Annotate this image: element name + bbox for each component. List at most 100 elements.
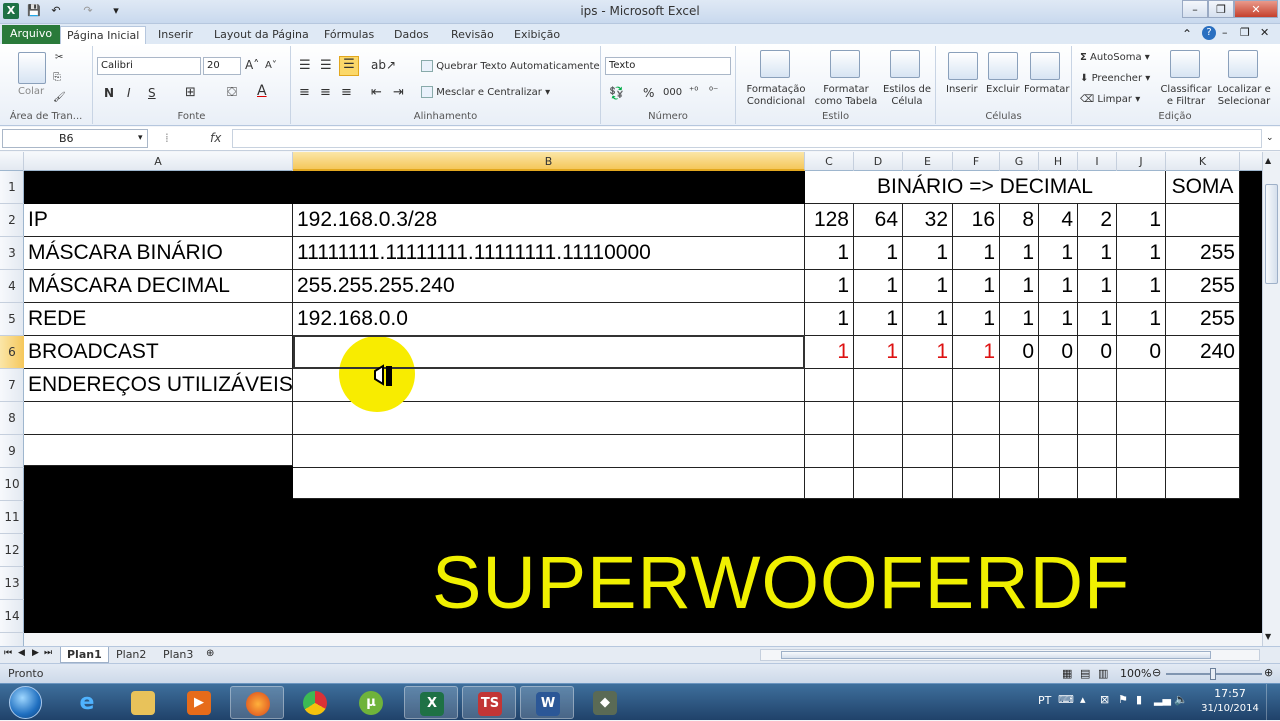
network-icon[interactable]: ⊠ xyxy=(1100,693,1109,706)
empty-cell[interactable] xyxy=(953,435,1000,468)
minimize-button[interactable]: – xyxy=(1182,0,1208,18)
empty-cell[interactable] xyxy=(1166,369,1240,402)
workbook-minimize-icon[interactable]: – xyxy=(1222,26,1228,39)
row-header[interactable]: 13 xyxy=(0,567,24,600)
cut-icon[interactable]: ✂ xyxy=(55,52,63,63)
bit-cell[interactable]: 1 xyxy=(854,303,903,336)
select-all-corner[interactable] xyxy=(0,152,24,171)
zoom-out-icon[interactable]: ⊖ xyxy=(1152,666,1161,679)
decrease-decimal-icon[interactable]: ⁰⁻ xyxy=(709,86,718,97)
sheet-tab-plan1[interactable]: Plan1 xyxy=(60,647,109,663)
row-header[interactable]: 10 xyxy=(0,468,24,501)
bit-cell[interactable]: 0 xyxy=(1117,336,1166,369)
empty-cell[interactable] xyxy=(1000,369,1039,402)
row-header[interactable]: 8 xyxy=(0,402,24,435)
row-header[interactable]: 4 xyxy=(0,270,24,303)
align-right-icon[interactable]: ≡ xyxy=(341,85,352,100)
empty-cell[interactable] xyxy=(1117,402,1166,435)
bit-cell[interactable]: 1 xyxy=(854,270,903,303)
column-header-h[interactable]: H xyxy=(1039,152,1078,171)
bit-cell[interactable]: 1 xyxy=(903,303,953,336)
find-select-button[interactable]: Localizar e Selecionar xyxy=(1214,84,1274,108)
copy-icon[interactable]: ⎘ xyxy=(53,72,61,83)
sum-cell[interactable]: 255 xyxy=(1166,237,1240,270)
bit-cell[interactable]: 1 xyxy=(1117,303,1166,336)
bit-cell[interactable]: 1 xyxy=(854,237,903,270)
bit-cell[interactable]: 1 xyxy=(854,336,903,369)
signal-icon[interactable]: ▂▄ xyxy=(1154,693,1171,706)
delete-cells-button[interactable]: Excluir xyxy=(986,84,1020,95)
bold-button[interactable]: N xyxy=(104,86,114,100)
empty-cell[interactable] xyxy=(805,402,854,435)
row-header[interactable]: 7 xyxy=(0,369,24,402)
column-header-e[interactable]: E xyxy=(903,152,953,171)
empty-cell[interactable] xyxy=(24,402,293,435)
row-header[interactable]: 2 xyxy=(0,204,24,237)
bit-cell[interactable]: 1 xyxy=(1000,237,1039,270)
conditional-format-icon[interactable] xyxy=(760,50,790,78)
first-sheet-icon[interactable]: ⏮ xyxy=(4,648,12,658)
empty-cell[interactable] xyxy=(903,435,953,468)
italic-button[interactable]: I xyxy=(127,86,131,100)
name-box[interactable]: B6 xyxy=(2,129,148,148)
worksheet-grid[interactable]: BINÁRIO => DECIMAL SOMA IP MÁSCARA BINÁR… xyxy=(24,171,1262,633)
column-header-c[interactable]: C xyxy=(805,152,854,171)
bit-cell[interactable]: 0 xyxy=(1078,336,1117,369)
empty-cell[interactable] xyxy=(903,402,953,435)
firefox-button[interactable] xyxy=(230,686,284,719)
number-format-select[interactable]: Texto xyxy=(605,57,731,75)
word-button[interactable]: W xyxy=(520,686,574,719)
font-size-select[interactable]: 20 xyxy=(203,57,241,75)
bit-weight[interactable]: 32 xyxy=(903,204,953,237)
label-usable-addresses[interactable]: ENDEREÇOS UTILIZÁVEIS xyxy=(24,369,293,402)
bit-cell[interactable]: 1 xyxy=(1117,237,1166,270)
underline-button[interactable]: S xyxy=(148,86,156,100)
empty-cell[interactable] xyxy=(1166,204,1240,237)
bit-cell[interactable]: 1 xyxy=(805,237,854,270)
sort-filter-icon[interactable] xyxy=(1170,50,1200,78)
scrollbar-thumb[interactable] xyxy=(1265,184,1278,284)
borders-icon[interactable]: ⊞ xyxy=(185,85,196,100)
label-network[interactable]: REDE xyxy=(24,303,293,336)
excel-button[interactable]: X xyxy=(404,686,458,719)
label-mask-decimal[interactable]: MÁSCARA DECIMAL xyxy=(24,270,293,303)
align-middle-icon[interactable]: ☰ xyxy=(320,58,332,73)
help-icon[interactable]: ? xyxy=(1202,26,1216,40)
empty-cell[interactable] xyxy=(854,468,903,499)
media-player-button[interactable]: ▶ xyxy=(172,686,226,719)
align-left-icon[interactable]: ≡ xyxy=(299,85,310,100)
empty-cell[interactable] xyxy=(293,468,805,499)
bit-cell[interactable]: 1 xyxy=(953,303,1000,336)
row-header[interactable]: 12 xyxy=(0,534,24,567)
empty-cell[interactable] xyxy=(1117,369,1166,402)
bit-weight[interactable]: 1 xyxy=(1117,204,1166,237)
empty-cell[interactable] xyxy=(805,468,854,499)
column-header-f[interactable]: F xyxy=(953,152,1000,171)
empty-cell[interactable] xyxy=(1078,468,1117,499)
conditional-format-button[interactable]: Formatação Condicional xyxy=(742,84,810,108)
tab-insert[interactable]: Inserir xyxy=(152,26,199,44)
format-painter-icon[interactable]: 🖌 xyxy=(53,92,66,103)
clock-time[interactable]: 17:57 xyxy=(1208,687,1252,700)
row-header[interactable]: 6 xyxy=(0,336,24,369)
zoom-slider-thumb[interactable] xyxy=(1210,668,1216,680)
empty-cell[interactable] xyxy=(854,435,903,468)
bit-weight[interactable]: 4 xyxy=(1039,204,1078,237)
empty-cell[interactable] xyxy=(953,468,1000,499)
font-color-icon[interactable]: A xyxy=(257,83,267,99)
thousands-button[interactable]: 000 xyxy=(663,87,682,98)
prev-sheet-icon[interactable]: ◀ xyxy=(18,648,25,658)
empty-cell[interactable] xyxy=(1039,435,1078,468)
align-center-icon[interactable]: ≡ xyxy=(320,85,331,100)
shrink-font-icon[interactable]: A˅ xyxy=(265,60,277,71)
workbook-restore-icon[interactable]: ❐ xyxy=(1240,26,1250,39)
keyboard-icon[interactable]: ⌨ xyxy=(1058,693,1074,706)
bit-cell[interactable]: 1 xyxy=(805,336,854,369)
bit-weight[interactable]: 16 xyxy=(953,204,1000,237)
sum-header[interactable]: SOMA xyxy=(1166,171,1240,204)
bit-cell[interactable]: 1 xyxy=(953,336,1000,369)
bit-cell[interactable]: 1 xyxy=(1039,270,1078,303)
row-header[interactable]: 14 xyxy=(0,600,24,633)
video-tool-button[interactable]: ◆ xyxy=(578,686,632,719)
column-header-a[interactable]: A xyxy=(24,152,293,171)
